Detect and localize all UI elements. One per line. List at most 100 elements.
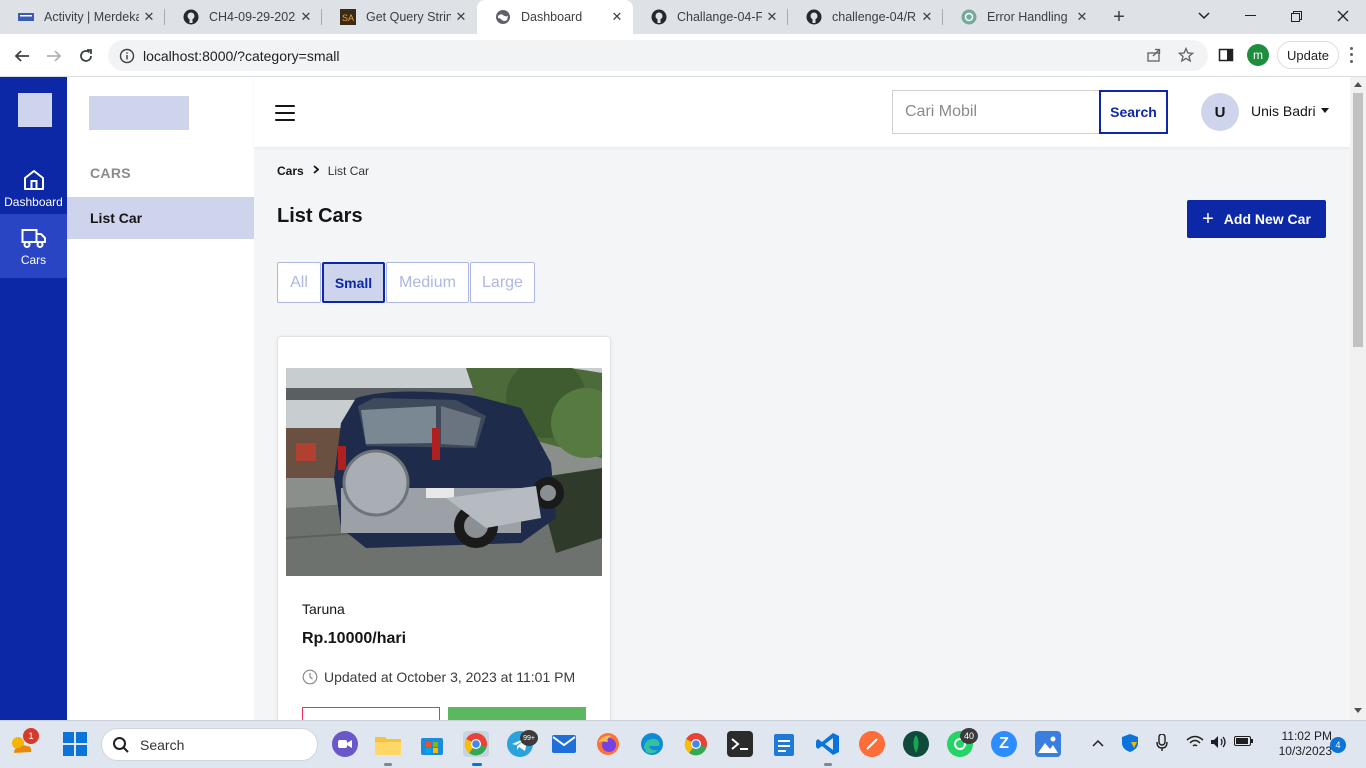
- close-icon[interactable]: ✕: [451, 7, 471, 27]
- browser-tab[interactable]: challenge-04/README ✕: [788, 0, 943, 34]
- breadcrumb: Cars List Car: [277, 164, 369, 178]
- add-new-car-label: Add New Car: [1223, 211, 1311, 227]
- tab-title: Dashboard: [521, 10, 583, 24]
- user-name[interactable]: Unis Badri: [1251, 103, 1316, 119]
- scroll-down-icon[interactable]: [1354, 708, 1362, 713]
- category-filter-group: All Small Medium Large: [277, 262, 536, 303]
- tab-title: Error Handling M: [987, 10, 1072, 24]
- chrome-icon[interactable]: [463, 731, 489, 757]
- taskbar-search[interactable]: Search: [101, 728, 318, 761]
- user-avatar[interactable]: U: [1201, 93, 1239, 131]
- profile-avatar[interactable]: m: [1247, 44, 1269, 66]
- notepad-icon[interactable]: [771, 731, 797, 757]
- notification-badge[interactable]: 4: [1330, 737, 1346, 753]
- browser-tab-strip: Activity | Merdeka ✕ CH4-09-29-2023- ✕ S…: [0, 0, 1366, 34]
- filter-small[interactable]: Small: [322, 262, 385, 303]
- volume-icon[interactable]: [1210, 735, 1228, 752]
- search-input[interactable]: Cari Mobil: [892, 90, 1099, 134]
- new-tab-button[interactable]: +: [1107, 5, 1131, 29]
- top-bar: Cari Mobil Search U Unis Badri: [254, 77, 1350, 147]
- windows-start-icon[interactable]: [62, 731, 88, 757]
- minimize-button[interactable]: [1227, 0, 1273, 32]
- search-button[interactable]: Search: [1099, 90, 1168, 134]
- microsoft-store-icon[interactable]: [419, 731, 445, 757]
- security-shield-icon[interactable]: [1122, 734, 1138, 755]
- close-icon[interactable]: ✕: [139, 7, 159, 27]
- add-new-car-button[interactable]: + Add New Car: [1187, 200, 1326, 238]
- firefox-icon[interactable]: [595, 731, 621, 757]
- postman-icon[interactable]: [859, 731, 885, 757]
- browser-tab[interactable]: Error Handling M ✕: [943, 0, 1098, 34]
- info-icon[interactable]: [119, 48, 135, 64]
- car-photo: [286, 368, 602, 576]
- forward-arrow-icon[interactable]: [41, 43, 67, 69]
- tab-title: Get Query String: [366, 10, 451, 24]
- url-text: localhost:8000/?category=small: [143, 47, 340, 64]
- browser-tab[interactable]: Challange-04-FSW ✕: [633, 0, 788, 34]
- close-window-button[interactable]: [1320, 0, 1366, 32]
- wifi-icon[interactable]: [1186, 735, 1204, 752]
- browser-tab[interactable]: CH4-09-29-2023- ✕: [165, 0, 322, 34]
- clock-date: 10/3/2023: [1278, 744, 1332, 758]
- more-menu-icon[interactable]: [1344, 45, 1358, 65]
- main-content: Cars List Car List Cars + Add New Car Al…: [254, 147, 1350, 720]
- reload-icon[interactable]: [73, 43, 99, 69]
- address-bar[interactable]: localhost:8000/?category=small: [108, 40, 1208, 71]
- browser-tab[interactable]: Activity | Merdeka ✕: [0, 0, 165, 34]
- restore-button[interactable]: [1273, 0, 1319, 32]
- page-scrollbar[interactable]: [1350, 77, 1366, 720]
- close-icon[interactable]: ✕: [917, 7, 937, 27]
- subnav-item-list-car[interactable]: List Car: [67, 197, 254, 239]
- rail-item-dashboard[interactable]: Dashboard: [0, 156, 67, 220]
- share-icon[interactable]: [1144, 45, 1164, 65]
- zoom-icon[interactable]: Z: [991, 731, 1017, 757]
- mongodb-icon[interactable]: [903, 731, 929, 757]
- vscode-icon[interactable]: [815, 731, 841, 757]
- hamburger-menu-icon[interactable]: [275, 105, 295, 121]
- sub-navigation: CARS List Car: [67, 77, 254, 720]
- update-button[interactable]: Update: [1277, 41, 1339, 69]
- meet-icon[interactable]: [332, 731, 358, 757]
- delete-car-button[interactable]: [302, 707, 440, 720]
- edge-icon[interactable]: [639, 731, 665, 757]
- github-icon: [651, 9, 667, 25]
- close-icon[interactable]: ✕: [296, 7, 316, 27]
- file-explorer-icon[interactable]: [375, 731, 401, 757]
- plus-icon: +: [1202, 208, 1214, 230]
- truck-icon: [21, 228, 46, 248]
- terminal-icon[interactable]: [727, 731, 753, 757]
- chrome-alt-icon[interactable]: [683, 731, 709, 757]
- mail-icon[interactable]: [551, 731, 577, 757]
- telegram-badge: 99+: [520, 730, 538, 746]
- rail-item-cars[interactable]: Cars: [0, 214, 67, 278]
- filter-large[interactable]: Large: [470, 262, 535, 303]
- side-panel-icon[interactable]: [1216, 45, 1236, 65]
- breadcrumb-root[interactable]: Cars: [277, 164, 304, 178]
- search-icon: [113, 736, 129, 753]
- filter-medium[interactable]: Medium: [386, 262, 469, 303]
- car-name: Taruna: [302, 601, 345, 617]
- whatsapp-badge: 40: [960, 728, 978, 744]
- taskbar-clock[interactable]: 11:02 PM 10/3/2023: [1262, 729, 1332, 759]
- tray-overflow-icon[interactable]: [1092, 735, 1104, 750]
- tab-search-icon[interactable]: [1181, 0, 1227, 32]
- filter-all[interactable]: All: [277, 262, 321, 303]
- close-icon[interactable]: ✕: [1072, 7, 1092, 27]
- globe-icon: [495, 9, 511, 25]
- close-icon[interactable]: ✕: [762, 7, 782, 27]
- chevron-down-icon[interactable]: [1321, 108, 1329, 113]
- microphone-icon[interactable]: [1156, 733, 1168, 755]
- tab-title: CH4-09-29-2023-: [209, 10, 296, 24]
- battery-icon[interactable]: [1234, 735, 1254, 750]
- browser-tab[interactable]: SA Get Query String ✕: [322, 0, 477, 34]
- edit-car-button[interactable]: [448, 707, 586, 720]
- browser-tab-active[interactable]: Dashboard ✕: [477, 0, 633, 34]
- bookmark-star-icon[interactable]: [1176, 45, 1196, 65]
- scrollbar-thumb[interactable]: [1353, 93, 1363, 347]
- photos-icon[interactable]: [1035, 731, 1061, 757]
- tab-title: Activity | Merdeka: [44, 10, 139, 24]
- tab-title: challenge-04/README: [832, 10, 917, 24]
- back-arrow-icon[interactable]: [9, 43, 35, 69]
- scroll-up-icon[interactable]: [1354, 82, 1362, 87]
- close-icon[interactable]: ✕: [607, 7, 627, 27]
